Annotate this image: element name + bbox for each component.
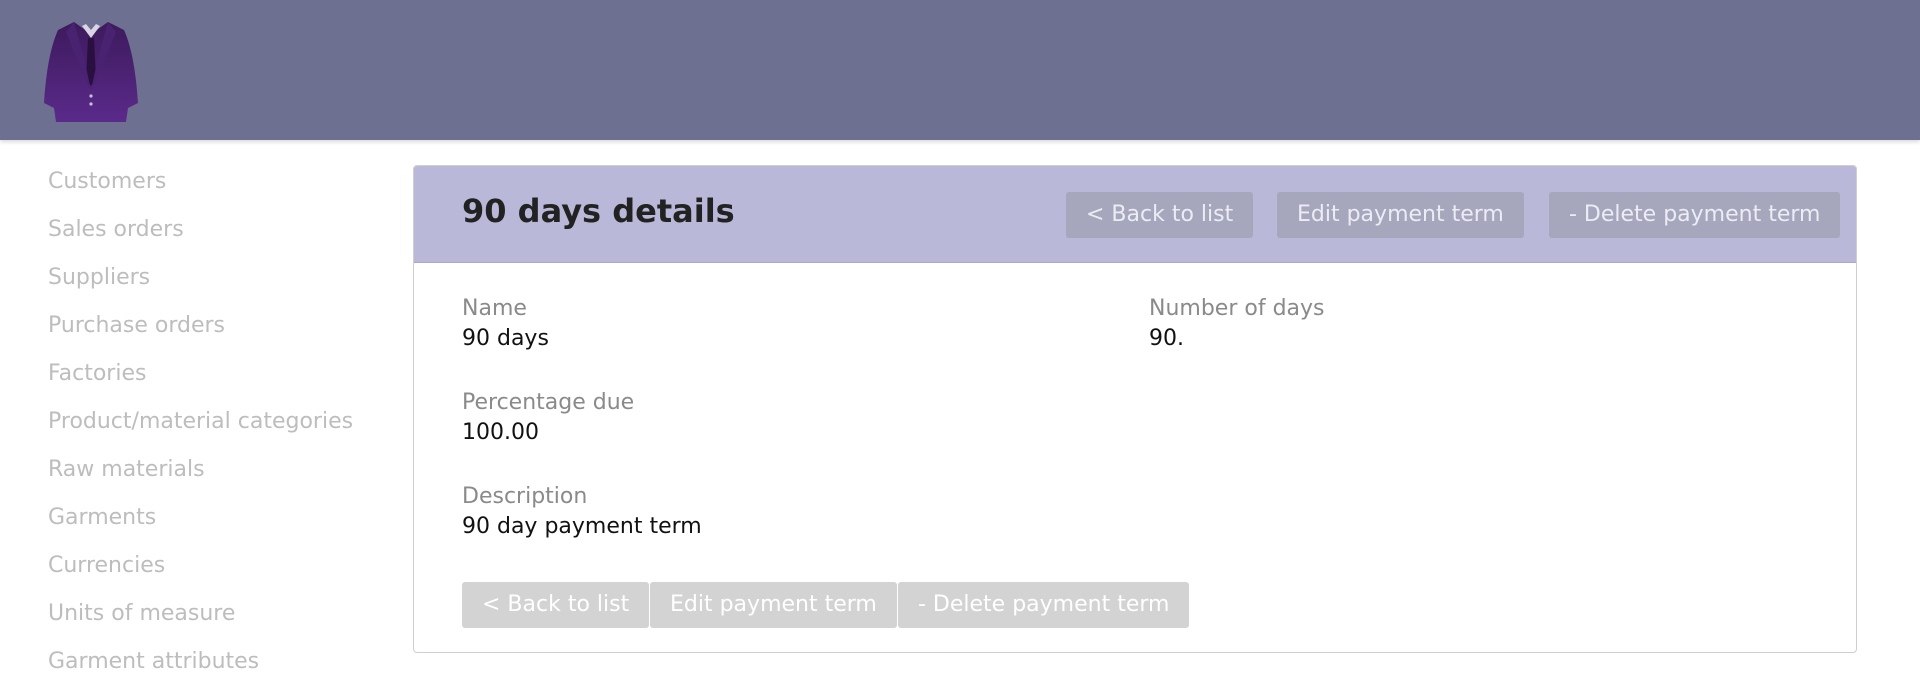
sidebar-item-units-of-measure[interactable]: Units of measure <box>48 598 388 646</box>
sidebar-item-raw-materials[interactable]: Raw materials <box>48 454 388 502</box>
edit-payment-term-button-top[interactable]: Edit payment term <box>1277 192 1524 238</box>
sidebar-item-factories[interactable]: Factories <box>48 358 388 406</box>
top-header-bar <box>0 0 1920 140</box>
back-to-list-button-top[interactable]: < Back to list <box>1066 192 1254 238</box>
description-label: Description <box>462 484 588 509</box>
delete-payment-term-button-top[interactable]: - Delete payment term <box>1549 192 1841 238</box>
name-label: Name <box>462 296 527 321</box>
sidebar-item-customers[interactable]: Customers <box>48 166 388 214</box>
delete-payment-term-button-bottom[interactable]: - Delete payment term <box>898 582 1190 628</box>
sidebar-item-sales-orders[interactable]: Sales orders <box>48 214 388 262</box>
details-panel: 90 days details < Back to list Edit paym… <box>413 165 1857 653</box>
sidebar-item-purchase-orders[interactable]: Purchase orders <box>48 310 388 358</box>
sidebar-item-garments[interactable]: Garments <box>48 502 388 550</box>
number-of-days-value: 90. <box>1149 326 1184 351</box>
sidebar-item-suppliers[interactable]: Suppliers <box>48 262 388 310</box>
sidebar-item-currencies[interactable]: Currencies <box>48 550 388 598</box>
percentage-due-label: Percentage due <box>462 390 635 415</box>
description-value: 90 day payment term <box>462 514 702 539</box>
panel-header: 90 days details < Back to list Edit paym… <box>414 166 1856 263</box>
suit-jacket-icon[interactable] <box>44 18 138 124</box>
edit-payment-term-button-bottom[interactable]: Edit payment term <box>650 582 897 628</box>
percentage-due-value: 100.00 <box>462 420 539 445</box>
page-title: 90 days details <box>462 192 735 230</box>
number-of-days-label: Number of days <box>1149 296 1325 321</box>
sidebar-item-product-material-categories[interactable]: Product/material categories <box>48 406 388 454</box>
sidebar-item-garment-attributes[interactable]: Garment attributes <box>48 646 388 694</box>
name-value: 90 days <box>462 326 549 351</box>
sidebar-nav: Customers Sales orders Suppliers Purchas… <box>48 166 388 694</box>
back-to-list-button-bottom[interactable]: < Back to list <box>462 582 650 628</box>
